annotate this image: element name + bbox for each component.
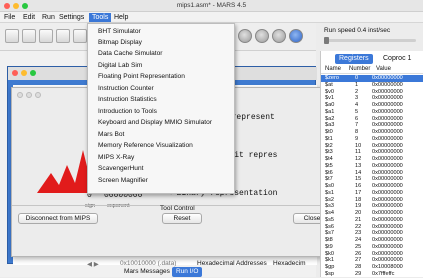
dialog-close-icon[interactable] <box>17 92 23 98</box>
menu-item-keyboard-display-mmio[interactable]: Keyboard and Display MMIO Simulator <box>98 118 212 127</box>
column-number: Number <box>349 66 371 72</box>
tools-dropdown-menu: BHT Simulator Bitmap Display Data Cache … <box>87 23 235 194</box>
hex-values-checkbox[interactable]: Hexadecim <box>273 260 306 267</box>
menu-file[interactable]: File <box>1 13 18 22</box>
menu-item-instruction-statistics[interactable]: Instruction Statistics <box>98 95 157 104</box>
print-icon[interactable] <box>56 29 70 43</box>
stop-icon[interactable] <box>272 29 286 43</box>
menu-item-bht-simulator[interactable]: BHT Simulator <box>98 27 141 36</box>
menu-settings[interactable]: Settings <box>56 13 87 22</box>
disconnect-button[interactable]: Disconnect from MIPS <box>18 213 98 224</box>
hex-addresses-checkbox[interactable]: Hexadecimal Addresses <box>197 260 267 267</box>
window-title: mips1.asm* - MARS 4.5 <box>176 2 247 9</box>
address-arrows[interactable]: ◀ ▶ <box>87 260 99 268</box>
reset-button[interactable]: Reset <box>162 213 202 224</box>
title-bar: mips1.asm* - MARS 4.5 <box>0 0 423 12</box>
column-value: Value <box>376 66 391 72</box>
menu-item-instruction-counter[interactable]: Instruction Counter <box>98 84 154 93</box>
save-file-icon[interactable] <box>39 29 53 43</box>
address-select[interactable]: 0x10010000 (.data) <box>120 260 176 267</box>
menu-item-mars-bot[interactable]: Mars Bot <box>98 130 124 139</box>
tab-coproc1[interactable]: Coproc 1 <box>379 54 415 64</box>
open-file-icon[interactable] <box>22 29 36 43</box>
menu-help[interactable]: Help <box>111 13 131 22</box>
exponent-label: exponent <box>107 203 130 209</box>
menu-tools[interactable]: Tools <box>89 13 112 22</box>
menu-item-screen-magnifier[interactable]: Screen Magnifier <box>98 176 148 185</box>
tool-control-label: Tool Control <box>160 205 195 212</box>
run-speed-panel: Run speed 0.4 inst/sec <box>320 23 423 51</box>
tab-mars-messages[interactable]: Mars Messages <box>120 267 174 277</box>
register-table-header: Name Number Value <box>321 66 423 74</box>
inner-zoom-icon[interactable] <box>30 70 36 76</box>
menu-bar: File Edit Run Settings Tools Help <box>0 12 423 23</box>
register-tabs: Registers Coproc 1 <box>321 54 423 64</box>
register-table-body: $zero 0 0x00000000 $at 1 0x00000000 $v0 2 0x0000… <box>321 75 423 277</box>
tab-run-io[interactable]: Run I/O <box>172 267 203 277</box>
menu-item-bitmap-display[interactable]: Bitmap Display <box>98 38 142 47</box>
menu-item-scavengerhunt[interactable]: ScavengerHunt <box>98 164 143 173</box>
new-file-icon[interactable] <box>5 29 19 43</box>
column-name: Name <box>325 66 342 72</box>
run-speed-label: Run speed 0.4 inst/sec <box>324 27 391 34</box>
run-speed-thumb[interactable] <box>324 37 329 44</box>
step-icon[interactable] <box>238 29 252 43</box>
menu-item-digital-lab-sim[interactable]: Digital Lab Sim <box>98 61 142 70</box>
bottom-tabs: Mars Messages Run I/O <box>120 267 210 277</box>
inner-minimize-icon[interactable] <box>21 70 27 76</box>
menu-edit[interactable]: Edit <box>20 13 38 22</box>
help-icon[interactable] <box>289 29 303 43</box>
undo-icon[interactable] <box>73 29 87 43</box>
inner-close-icon[interactable] <box>12 70 18 76</box>
menu-item-memory-reference-visualization[interactable]: Memory Reference Visualization <box>98 141 193 150</box>
sign-label: sign <box>85 203 96 209</box>
menu-item-mips-x-ray[interactable]: MIPS X-Ray <box>98 153 134 162</box>
tab-registers[interactable]: Registers <box>335 54 373 64</box>
pause-icon[interactable] <box>255 29 269 43</box>
menu-item-data-cache-simulator[interactable]: Data Cache Simulator <box>98 49 163 58</box>
dialog-zoom-icon[interactable] <box>35 92 41 98</box>
menu-item-floating-point[interactable]: Floating Point Representation <box>98 72 185 81</box>
run-speed-slider[interactable] <box>324 37 416 44</box>
menu-item-introduction-to-tools[interactable]: Introduction to Tools <box>98 107 157 116</box>
dialog-minimize-icon[interactable] <box>26 92 32 98</box>
registers-panel: Registers Coproc 1 Name Number Value $ze… <box>320 51 423 277</box>
